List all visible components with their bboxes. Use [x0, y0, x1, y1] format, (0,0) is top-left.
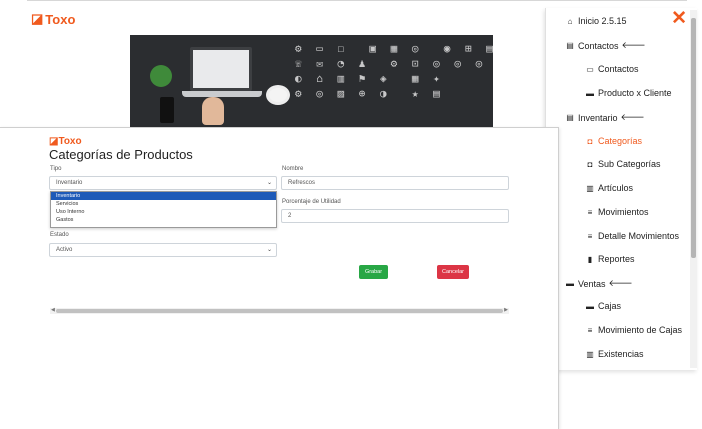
menu-item-label: Movimiento de Cajas [598, 325, 683, 335]
dropdown-option[interactable]: Inventario [51, 192, 276, 200]
menu-item-label: Artículos [598, 183, 634, 193]
menu-item-cajas[interactable]: ▬ Cajas [585, 301, 621, 311]
coffee-cup-graphic [266, 85, 290, 105]
menu-item-movimiento-cajas[interactable]: ≡ Movimiento de Cajas [585, 325, 682, 335]
menu-item-label: Ventas [578, 278, 606, 289]
tipo-dropdown-list[interactable]: Inventario Servicios Uso Interno Gastos [50, 191, 277, 228]
menu-item-articulos[interactable]: ▥ Artículos [585, 183, 633, 193]
inventory-icon: ▤ [566, 113, 574, 122]
home-icon: ⌂ [567, 16, 573, 26]
menu-item-categorias[interactable]: ◘ Categorías [585, 136, 642, 146]
menu-item-label: Cajas [598, 301, 622, 311]
estado-label: Estado [50, 232, 69, 238]
menu-item-label: Sub Categorías [598, 159, 661, 169]
arrow-left-icon: 🡐 [620, 112, 645, 122]
menu-item-reportes[interactable]: ▮ Reportes [585, 254, 635, 264]
tech-icons-overlay: ⚙ ▭ ☐ ▣ ▦ ◎ ◉ ⊞ ▤ ☏ ✉ ◔ ♟ ⚙ ⊡ ◎ ◎ ◎ ◐ ⌂ … [295, 42, 493, 100]
menu-item-detalle-movimientos[interactable]: ≡ Detalle Movimientos [585, 231, 679, 241]
list-icon: ≡ [587, 325, 593, 335]
basket-icon: ▥ [586, 183, 594, 193]
menu-item-existencias[interactable]: ▥ Existencias [585, 349, 644, 359]
menu-item-label: Existencias [598, 349, 644, 359]
laptop-graphic [190, 47, 252, 91]
menu-item-label: Movimientos [598, 207, 649, 217]
dropdown-option[interactable]: Gastos [51, 216, 276, 224]
menu-item-producto-cliente[interactable]: ▬ Producto x Cliente [585, 88, 672, 98]
tipo-label: Tipo [50, 166, 62, 172]
menu-item-label: Detalle Movimientos [598, 231, 680, 241]
menu-item-inicio[interactable]: ⌂ Inicio 2.5.15 [565, 16, 627, 26]
list-icon: ≡ [587, 207, 593, 217]
scrollbar-thumb[interactable] [56, 309, 503, 313]
scrollbar-thumb[interactable] [691, 18, 696, 258]
hand-graphic [202, 97, 224, 125]
menu-item-contactos-group[interactable]: ▤ Contactos 🡐 [565, 40, 646, 51]
chevron-down-icon: ⌄ [266, 180, 272, 186]
laptop-base-graphic [182, 91, 262, 97]
menu-item-inventario-group[interactable]: ▤ Inventario 🡐 [565, 112, 645, 123]
cash-register-icon: ▬ [586, 301, 594, 311]
nombre-input-value: Refrescos [288, 180, 316, 186]
side-menu: ✕ ⌂ Inicio 2.5.15 ▤ Contactos 🡐 ▭ Contac… [545, 8, 697, 370]
porcentaje-label: Porcentaje de Utilidad [282, 199, 341, 205]
tipo-select-value: Inventario [56, 180, 83, 186]
menu-item-label: Producto x Cliente [598, 88, 672, 98]
estado-select[interactable]: Activo ⌄ [49, 243, 277, 257]
plant-graphic [150, 65, 172, 87]
file-icon: ▮ [587, 254, 593, 264]
menu-item-label: Inventario [578, 112, 618, 123]
page-title: Categorías de Productos [49, 147, 193, 162]
tipo-select[interactable]: Inventario ⌄ [49, 176, 277, 190]
menu-item-label: Inicio 2.5.15 [578, 16, 627, 26]
arrow-left-icon: 🡐 [608, 278, 633, 288]
menu-item-ventas-group[interactable]: ▬ Ventas 🡐 [565, 278, 633, 289]
hero-image: ⚙ ▭ ☐ ▣ ▦ ◎ ◉ ⊞ ▤ ☏ ✉ ◔ ♟ ⚙ ⊡ ◎ ◎ ◎ ◐ ⌂ … [130, 35, 493, 133]
menu-item-label: Contactos [578, 40, 619, 51]
scroll-left-icon[interactable]: ◀ [51, 307, 55, 313]
dropdown-option[interactable]: Servicios [51, 200, 276, 208]
scroll-right-icon[interactable]: ▶ [504, 307, 508, 313]
shopping-bag-icon: ◘ [587, 136, 593, 146]
menu-item-sub-categorias[interactable]: ◘ Sub Categorías [585, 159, 661, 169]
horizontal-scrollbar[interactable]: ◀ ▶ [50, 307, 509, 314]
id-card-icon: ▭ [586, 64, 594, 74]
save-button[interactable]: Grabar [359, 265, 388, 279]
nombre-input[interactable]: Refrescos [281, 176, 509, 190]
arrow-left-icon: 🡐 [621, 40, 646, 50]
side-menu-scrollbar[interactable] [690, 10, 697, 368]
menu-item-movimientos[interactable]: ≡ Movimientos [585, 207, 649, 217]
phone-graphic [160, 97, 174, 123]
category-form-window: ◪Toxo Categorías de Productos Tipo Inven… [0, 127, 559, 429]
list-icon: ≡ [587, 231, 593, 241]
menu-item-label: Categorías [598, 136, 643, 146]
credit-card-icon: ▬ [586, 88, 594, 98]
porcentaje-input-value: 2 [288, 213, 292, 219]
cancel-button[interactable]: Cancelar [437, 265, 469, 279]
nombre-label: Nombre [282, 166, 304, 172]
menu-item-contactos[interactable]: ▭ Contactos [585, 64, 639, 74]
porcentaje-input[interactable]: 2 [281, 209, 509, 223]
chevron-down-icon: ⌄ [266, 247, 272, 253]
brand-name: Toxo [45, 11, 76, 27]
dropdown-option[interactable]: Uso Interno [51, 208, 276, 216]
close-icon[interactable]: ✕ [671, 7, 687, 30]
sales-icon: ▬ [566, 279, 574, 288]
shopping-bag-icon: ◘ [587, 159, 593, 169]
brand-logo[interactable]: ◪Toxo [49, 136, 82, 147]
brand-name: Toxo [58, 136, 82, 147]
menu-item-label: Reportes [598, 254, 635, 264]
brand-logo[interactable]: ◪ Toxo [31, 11, 75, 27]
estado-select-value: Activo [56, 247, 73, 253]
toxo-logo-icon: ◪ [31, 11, 44, 26]
contacts-icon: ▤ [566, 41, 574, 50]
basket-icon: ▥ [586, 349, 594, 359]
menu-item-label: Contactos [598, 64, 639, 74]
